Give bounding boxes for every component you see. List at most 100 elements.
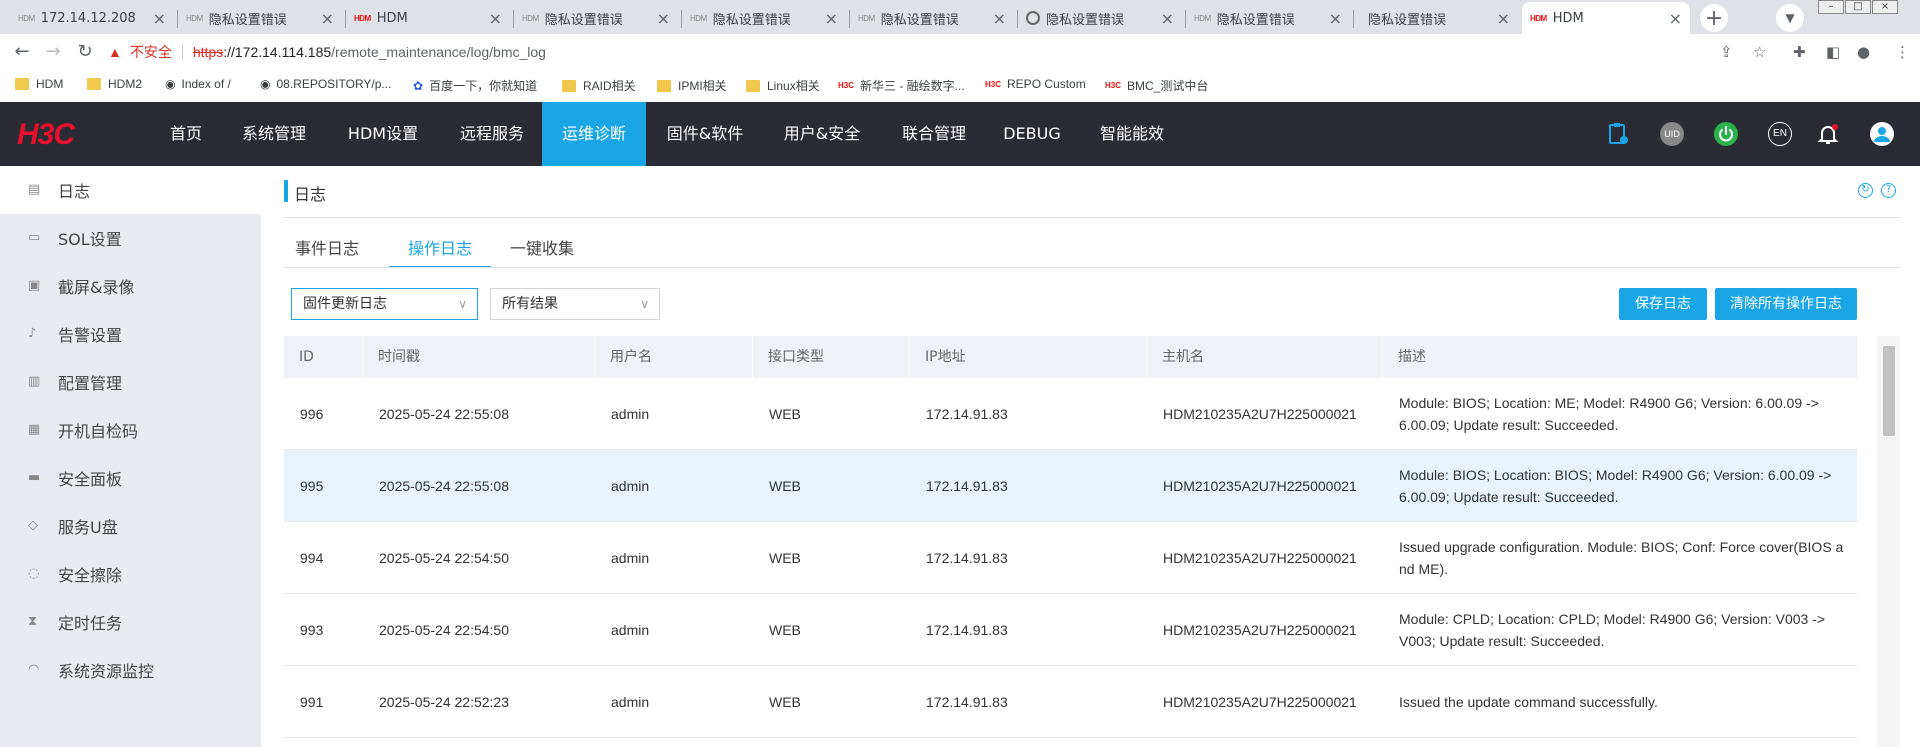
back-button[interactable]: ← [10, 40, 34, 64]
close-icon[interactable]: × [489, 9, 502, 28]
bookmark[interactable]: IPMI相关 [657, 77, 727, 94]
nav-hdm-settings[interactable]: HDM设置 [336, 102, 430, 166]
refresh-icon[interactable]: ↻ [1858, 183, 1873, 198]
browser-tab[interactable]: HDM 隐私设置错误 × [682, 2, 846, 34]
browser-tab[interactable]: HDM 隐私设置错误 × [1186, 2, 1350, 34]
bookmark[interactable]: HDM [15, 77, 63, 91]
close-icon[interactable]: × [657, 9, 670, 28]
bookmark[interactable]: ◉ Index of / [165, 77, 231, 91]
table-row[interactable]: 991 2025-05-24 22:52:23 admin WEB 172.14… [284, 666, 1857, 738]
nav-user-security[interactable]: 用户&安全 [770, 102, 874, 166]
url-field[interactable]: ▲ 不安全 https ://172.14.114.185 /remote_ma… [108, 39, 546, 65]
browser-tab[interactable]: HDM HDM × [346, 2, 510, 34]
bookmark[interactable]: ✿ 百度一下，你就知道 [413, 77, 537, 94]
table-row[interactable]: 993 2025-05-24 22:54:50 admin WEB 172.14… [284, 594, 1857, 666]
nav-maintenance[interactable]: 运维诊断 [542, 102, 646, 166]
help-icon[interactable]: ? [1881, 183, 1896, 198]
tab-title: 隐私设置错误 [880, 12, 959, 28]
table-row[interactable]: 996 2025-05-24 22:55:08 admin WEB 172.14… [284, 378, 1857, 450]
scrollbar-thumb[interactable] [1883, 346, 1895, 436]
sidebar-item-sol[interactable]: ▭ SOL设置 [0, 214, 261, 262]
nav-system[interactable]: 系统管理 [229, 102, 319, 166]
sidebar-item-security-panel[interactable]: ▬ 安全面板 [0, 454, 261, 502]
h3c-icon: H3C [838, 81, 855, 90]
bookmark-label: Index of / [181, 77, 231, 91]
sidebar-item-screenshot[interactable]: ▣ 截屏&录像 [0, 262, 261, 310]
sidebar-item-log[interactable]: ▤ 日志 [0, 166, 261, 214]
sidebar-item-config[interactable]: ▥ 配置管理 [0, 358, 261, 406]
sidebar-item-post-code[interactable]: ▦ 开机自检码 [0, 406, 261, 454]
clear-log-button[interactable]: 清除所有操作日志 [1715, 288, 1857, 320]
language-icon[interactable]: EN [1768, 122, 1792, 146]
result-select[interactable]: 所有结果 ∨ [490, 288, 660, 320]
close-icon[interactable]: × [1161, 9, 1174, 28]
maximize-button[interactable]: □ [1845, 0, 1871, 14]
browser-tab[interactable]: HDM 隐私设置错误 × [514, 2, 678, 34]
reload-button[interactable]: ↻ [73, 40, 97, 64]
sidebar-item-usb[interactable]: ◇ 服务U盘 [0, 502, 261, 550]
close-icon[interactable]: × [321, 9, 334, 28]
bookmark[interactable]: H3C 新华三 - 融绘数字... [838, 77, 965, 94]
nav-remote-service[interactable]: 远程服务 [447, 102, 537, 166]
column-header: 接口类型 [753, 336, 910, 378]
bell-icon[interactable] [1816, 122, 1840, 146]
result-value: 所有结果 [502, 296, 558, 312]
extension-icon[interactable]: ✚ [1793, 43, 1806, 61]
save-log-button[interactable]: 保存日志 [1619, 288, 1707, 320]
bookmark[interactable]: H3C BMC_测试中台 [1105, 77, 1208, 94]
power-icon[interactable] [1714, 122, 1738, 146]
sidebar-item-alarm[interactable]: ♪ 告警设置 [0, 310, 261, 358]
browser-tab[interactable]: HDM 172.14.12.208 × [10, 2, 174, 34]
share-icon[interactable]: ⇪ [1720, 43, 1733, 61]
tab-event-log[interactable]: 事件日志 [284, 232, 370, 268]
close-icon[interactable]: × [993, 9, 1006, 28]
nav-federation[interactable]: 联合管理 [889, 102, 979, 166]
bookmark[interactable]: ◉ 08.REPOSITORY/p... [260, 77, 391, 91]
bookmark[interactable]: RAID相关 [562, 77, 636, 94]
clipboard-icon[interactable] [1606, 122, 1630, 146]
sidepanel-icon[interactable]: ◧ [1826, 43, 1840, 61]
tab-operation-log[interactable]: 操作日志 [389, 232, 491, 268]
close-icon[interactable]: × [153, 9, 166, 28]
star-icon[interactable]: ☆ [1753, 43, 1766, 61]
bookmark[interactable]: Linux相关 [746, 77, 820, 94]
cell-ip: 172.14.91.83 [926, 406, 1008, 422]
bookmark[interactable]: HDM2 [87, 77, 142, 91]
table-row[interactable]: 995 2025-05-24 22:55:08 admin WEB 172.14… [284, 450, 1857, 522]
close-icon[interactable]: × [1669, 9, 1682, 28]
h3c-logo[interactable]: H3C [17, 120, 113, 148]
nav-energy[interactable]: 智能能效 [1090, 102, 1174, 166]
new-tab-button[interactable]: + [1700, 4, 1728, 32]
sidebar-item-resource-monitor[interactable]: ◠ 系统资源监控 [0, 646, 261, 694]
browser-tab[interactable]: HDM 隐私设置错误 × [178, 2, 342, 34]
uid-icon[interactable]: UID [1660, 122, 1684, 146]
browser-tab[interactable]: 隐私设置错误 × [1354, 2, 1518, 34]
profile-icon[interactable]: ● [1857, 43, 1870, 61]
bookmark[interactable]: H3C REPO Custom [985, 77, 1086, 91]
tab-search-button[interactable]: ▼ [1776, 4, 1804, 32]
nav-firmware[interactable]: 固件&软件 [655, 102, 755, 166]
globe-icon [1026, 11, 1040, 25]
table-row[interactable]: 994 2025-05-24 22:54:50 admin WEB 172.14… [284, 522, 1857, 594]
close-window-button[interactable]: × [1872, 0, 1898, 14]
close-icon[interactable]: × [825, 9, 838, 28]
menu-icon[interactable]: ⋮ [1895, 43, 1910, 61]
nav-debug[interactable]: DEBUG [995, 102, 1069, 166]
minimize-button[interactable]: – [1818, 0, 1844, 14]
screenshot-icon: ▣ [28, 278, 41, 293]
main-content: 日志 ↻ ? 事件日志 操作日志 一键收集 固件更新日志 ∨ 所有结果 ∨ 保存… [261, 166, 1920, 747]
nav-home[interactable]: 首页 [155, 102, 217, 166]
security-label: 不安全 [129, 44, 172, 60]
tab-one-click-collect[interactable]: 一键收集 [501, 232, 583, 268]
forward-button[interactable]: → [41, 40, 65, 64]
close-icon[interactable]: × [1497, 9, 1510, 28]
log-type-select[interactable]: 固件更新日志 ∨ [291, 288, 478, 320]
sidebar-item-erase[interactable]: ◌ 安全擦除 [0, 550, 261, 598]
avatar[interactable] [1870, 122, 1894, 146]
browser-tab[interactable]: 隐私设置错误 × [1018, 2, 1182, 34]
browser-tab[interactable]: HDM 隐私设置错误 × [850, 2, 1014, 34]
sidebar-item-label: SOL设置 [58, 230, 122, 249]
close-icon[interactable]: × [1329, 9, 1342, 28]
sidebar-item-scheduled-task[interactable]: ⧗ 定时任务 [0, 598, 261, 646]
browser-tab-active[interactable]: HDM HDM × [1522, 2, 1690, 34]
